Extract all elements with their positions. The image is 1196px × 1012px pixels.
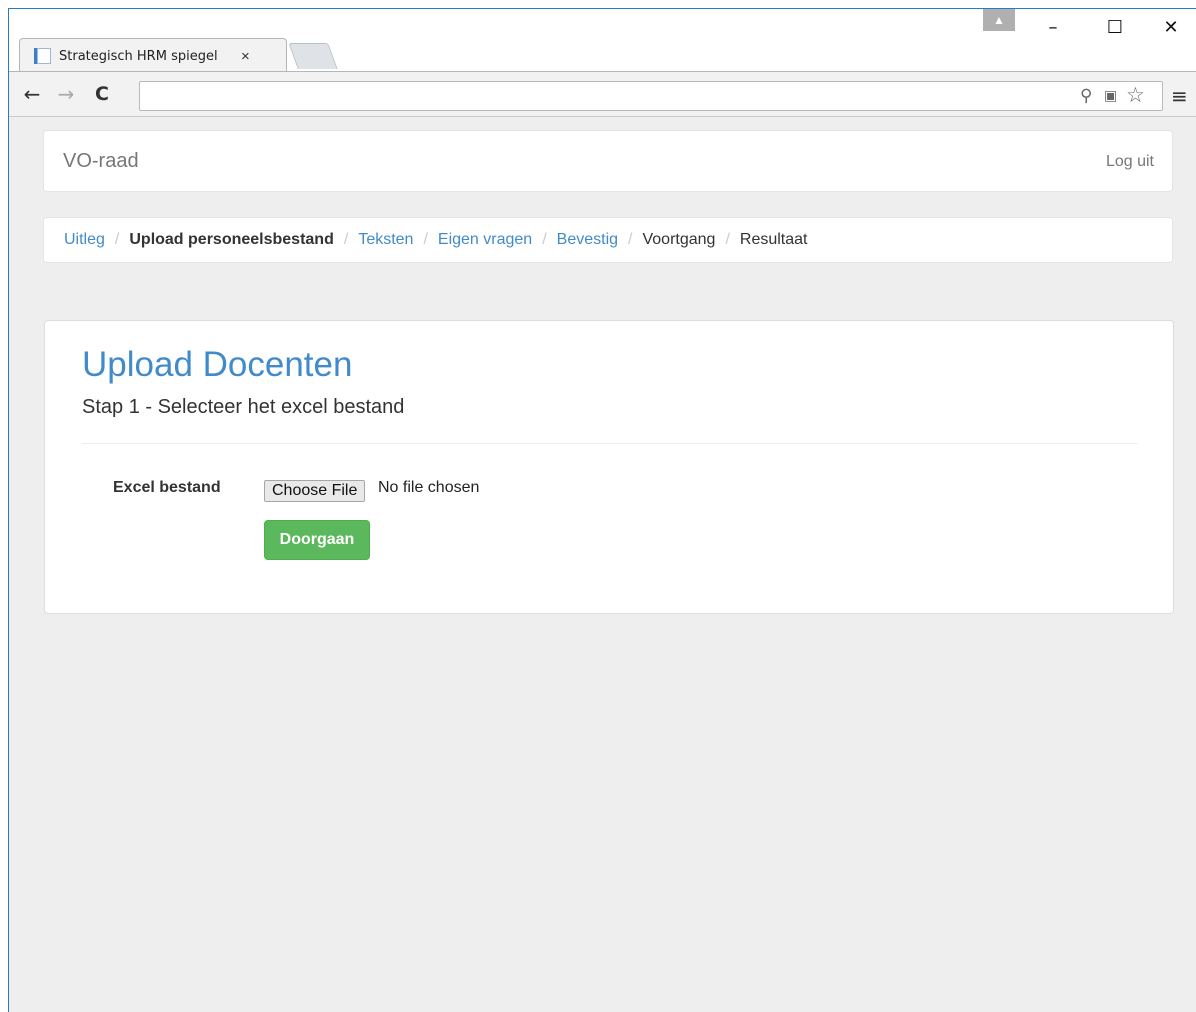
new-tab-button[interactable] xyxy=(288,43,338,69)
breadcrumb-separator: / xyxy=(542,231,547,248)
choose-file-button[interactable]: Choose File xyxy=(264,480,366,502)
address-bar[interactable]: ⚲ ▣ ☆ xyxy=(139,81,1163,111)
breadcrumb: Uitleg / Upload personeelsbestand / Teks… xyxy=(43,217,1173,263)
excel-file-label: Excel bestand xyxy=(113,479,221,496)
breadcrumb-separator: / xyxy=(423,231,428,248)
page-title: Upload Docenten xyxy=(82,345,353,384)
tab-content[interactable]: Strategisch HRM spiegel × xyxy=(34,45,250,67)
tab-close-icon[interactable]: × xyxy=(241,48,250,65)
breadcrumb-teksten[interactable]: Teksten xyxy=(358,231,413,249)
breadcrumb-resultaat: Resultaat xyxy=(739,231,808,248)
menu-icon[interactable]: ≡ xyxy=(1171,84,1191,108)
reload-button[interactable]: C xyxy=(89,81,115,107)
minimize-button[interactable]: – xyxy=(1033,17,1073,38)
maximize-button[interactable]: ☐ xyxy=(1095,17,1135,38)
browser-toolbar: ← → C ⚲ ▣ ☆ ≡ xyxy=(9,71,1196,117)
breadcrumb-separator: / xyxy=(343,231,349,248)
browser-window: Strategisch HRM spiegel × ▲ – ☐ ✕ ← → C … xyxy=(8,8,1196,1012)
forward-button[interactable]: → xyxy=(53,81,79,107)
close-window-button[interactable]: ✕ xyxy=(1151,17,1191,38)
bookmark-star-icon[interactable]: ☆ xyxy=(1126,83,1145,107)
breadcrumb-bevestig[interactable]: Bevestig xyxy=(557,231,618,249)
page-favicon-icon xyxy=(34,48,51,64)
page-viewport: VO-raad Log uit Uitleg / Upload personee… xyxy=(9,118,1196,1012)
divider xyxy=(82,443,1138,444)
upload-panel: Upload Docenten Stap 1 - Selecteer het e… xyxy=(44,320,1174,614)
back-button[interactable]: ← xyxy=(19,81,45,107)
breadcrumb-eigen-vragen[interactable]: Eigen vragen xyxy=(438,231,532,249)
tab-title: Strategisch HRM spiegel xyxy=(59,48,218,64)
breadcrumb-separator: / xyxy=(725,231,730,248)
breadcrumb-separator: / xyxy=(628,231,633,248)
step-subtitle: Stap 1 - Selecteer het excel bestand xyxy=(82,396,405,418)
zoom-icon[interactable]: ⚲ xyxy=(1080,86,1092,106)
tab-strip: Strategisch HRM spiegel × ▲ – ☐ ✕ xyxy=(9,9,1196,71)
continue-button[interactable]: Doorgaan xyxy=(264,520,370,560)
breadcrumb-separator: / xyxy=(114,231,120,248)
breadcrumb-upload: Upload personeelsbestand xyxy=(129,231,334,248)
breadcrumb-uitleg[interactable]: Uitleg xyxy=(64,231,105,249)
file-status-text: No file chosen xyxy=(378,479,480,496)
top-navbar: VO-raad Log uit xyxy=(43,130,1173,192)
profile-icon[interactable]: ▲ xyxy=(983,9,1015,31)
breadcrumb-voortgang: Voortgang xyxy=(642,231,716,248)
translate-icon[interactable]: ▣ xyxy=(1104,88,1117,104)
brand-link[interactable]: VO-raad xyxy=(63,150,139,173)
logout-link[interactable]: Log uit xyxy=(1106,153,1154,171)
